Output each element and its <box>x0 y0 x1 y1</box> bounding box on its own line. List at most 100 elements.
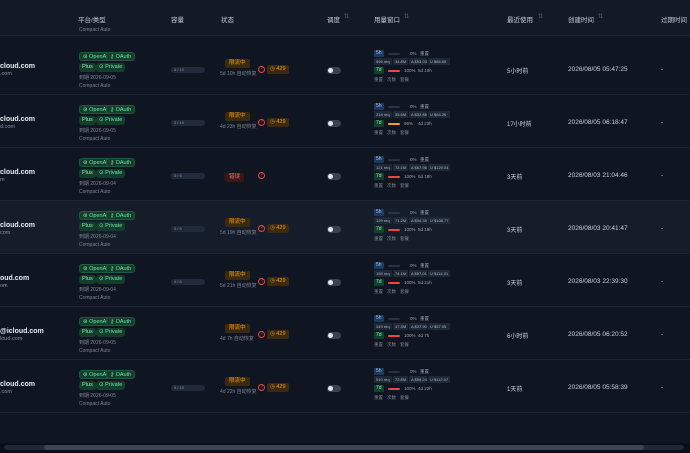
schedule-toggle[interactable] <box>327 173 341 180</box>
usage-7d-reset: 5d 10h <box>418 68 432 73</box>
help-icon[interactable]: ? <box>258 331 265 338</box>
status-badge: 限流中 <box>225 324 250 333</box>
plan-button[interactable]: 套餐 <box>400 77 409 82</box>
schedule-toggle[interactable] <box>327 385 341 392</box>
status-badge: 限流中 <box>225 59 250 68</box>
col-expire[interactable]: 过期时间 <box>661 14 687 24</box>
reset-label: 重置 <box>420 369 429 374</box>
scrollbar-thumb[interactable] <box>44 445 644 450</box>
rate-limit-badge: ◷ 429 <box>267 383 289 392</box>
table-row[interactable]: cloud.com .com ⊛ OpenAI ⚷ OAuth Plus ⊙ Privat… <box>0 360 690 413</box>
schedule-toggle[interactable] <box>327 67 341 74</box>
schedule-toggle[interactable] <box>327 120 341 127</box>
sort-icon[interactable]: ⇅ <box>538 13 543 20</box>
status-badge: 限流中 <box>225 271 250 280</box>
usage-actions: 重置 次数 套餐 <box>374 342 413 348</box>
type-label: OAuth <box>115 54 132 60</box>
plan-button[interactable]: 套餐 <box>400 395 409 400</box>
window-7d-label: 7d <box>374 332 384 339</box>
expire-time: - <box>661 384 664 391</box>
plan-button[interactable]: 套餐 <box>400 289 409 294</box>
table-row[interactable]: cloud.com com ⊛ OpenAI ⚷ OAuth Plus ⊙ Private… <box>0 201 690 254</box>
table-row[interactable]: cloud.com d.com ⊛ OpenAI ⚷ OAuth Plus ⊙ Priva… <box>0 95 690 148</box>
account-email: @icloud.com <box>0 328 44 335</box>
bar-7d-fill <box>388 70 400 72</box>
account-email-sub: .com <box>0 389 12 395</box>
refresh-button[interactable]: 重置 <box>374 77 383 82</box>
capacity-bar: 0 / 6 <box>171 226 205 232</box>
refresh-button[interactable]: 重置 <box>374 130 383 135</box>
count-button[interactable]: 次数 <box>387 236 396 241</box>
col-capacity[interactable]: 容量 <box>171 14 184 24</box>
count-button[interactable]: 次数 <box>387 77 396 82</box>
plan-button[interactable]: 套餐 <box>400 130 409 135</box>
cost-u: U $108.77 <box>428 217 450 224</box>
col-platform[interactable]: 平台/类型 <box>78 14 106 24</box>
help-icon[interactable]: ? <box>258 66 265 73</box>
refresh-button[interactable]: 重置 <box>374 395 383 400</box>
count-button[interactable]: 次数 <box>387 130 396 135</box>
plan-button[interactable]: 套餐 <box>400 236 409 241</box>
reset-label: 重置 <box>420 210 429 215</box>
refresh-button[interactable]: 重置 <box>374 342 383 347</box>
usage-7d-pct: 100% <box>404 386 416 391</box>
plan-button[interactable]: 套餐 <box>400 342 409 347</box>
count-button[interactable]: 次数 <box>387 289 396 294</box>
mode-label: Compact Auto <box>79 189 111 195</box>
usage-actions: 重置 次数 套餐 <box>374 395 413 401</box>
rate-limit-badge: ◷ 429 <box>267 65 289 74</box>
status-recover: 4d 23h 自动恢复 <box>220 124 257 130</box>
plan-button[interactable]: 套餐 <box>400 183 409 188</box>
type-badge: ⚷ OAuth <box>106 52 136 61</box>
schedule-toggle[interactable] <box>327 226 341 233</box>
key-icon: ⚷ <box>110 213 115 219</box>
table-row[interactable]: oud.com om ⊛ OpenAI ⚷ OAuth Plus ⊙ Private 到期 … <box>0 254 690 307</box>
usage-window: 5h 0% 重置 129 req 71.2M A $54.39 U $108.77 7d 100… <box>374 209 474 245</box>
help-icon[interactable]: ? <box>258 172 265 179</box>
col-sched[interactable]: 调度 <box>327 14 340 24</box>
help-icon[interactable]: ? <box>258 225 265 232</box>
usage-7d-reset: 4d 22h <box>418 386 432 391</box>
usage-7d-reset: 5d 21h <box>418 280 432 285</box>
token-count: 74.1M <box>393 270 408 277</box>
help-icon[interactable]: ? <box>258 119 265 126</box>
platform-label: OpenAI <box>89 160 108 166</box>
schedule-toggle[interactable] <box>327 332 341 339</box>
req-count: 129 req <box>374 217 392 224</box>
platform-label: OpenAI <box>89 266 108 272</box>
refresh-button[interactable]: 重置 <box>374 289 383 294</box>
refresh-button[interactable]: 重置 <box>374 236 383 241</box>
refresh-button[interactable]: 重置 <box>374 183 383 188</box>
table-row[interactable]: cloud.com m ⊛ OpenAI ⚷ OAuth Plus ⊙ Private 到期… <box>0 148 690 201</box>
usage-actions: 重置 次数 套餐 <box>374 236 413 242</box>
table-row[interactable]: @icloud.com loud.com ⊛ OpenAI ⚷ OAuth Plus ⊙ … <box>0 307 690 360</box>
usage-stats: 349 req 47.3M A $37.90 U $57.55 <box>374 323 474 330</box>
rate-limit-badge: ◷ 429 <box>267 330 289 339</box>
col-status[interactable]: 状态 <box>221 14 234 24</box>
account-email-sub: loud.com <box>0 336 23 342</box>
table-row[interactable]: cloud.com .com ⊛ OpenAI ⚷ OAuth Plus ⊙ Privat… <box>0 42 690 95</box>
created-time: 2026/08/03 20:41:47 <box>568 225 628 232</box>
sort-icon[interactable]: ⇅ <box>404 13 409 20</box>
bar-7d <box>388 70 400 72</box>
plan-badge: Plus <box>79 275 96 284</box>
privacy-badge: ⊙ Private <box>96 169 126 178</box>
count-button[interactable]: 次数 <box>387 395 396 400</box>
privacy-badge: ⊙ Private <box>96 116 126 125</box>
help-icon[interactable]: ? <box>258 384 265 391</box>
count-button[interactable]: 次数 <box>387 183 396 188</box>
privacy-badge: ⊙ Private <box>96 328 126 337</box>
schedule-toggle[interactable] <box>327 279 341 286</box>
sort-icon[interactable]: ⇅ <box>598 13 603 20</box>
privacy-label: Private <box>105 329 123 335</box>
usage-5h-pct: 0% <box>410 51 417 56</box>
type-label: OAuth <box>115 266 132 272</box>
col-created[interactable]: 创建时间 <box>568 14 594 24</box>
usage-window: 5h 0% 重置 159 req 74.1M A $57.01 U $114.01 7d 100… <box>374 262 474 298</box>
col-usage[interactable]: 用量窗口 <box>374 14 400 24</box>
help-icon[interactable]: ? <box>258 278 265 285</box>
col-last-used[interactable]: 最近使用 <box>507 14 533 24</box>
sort-icon[interactable]: ⇅ <box>344 13 349 20</box>
usage-7d-pct: 100% <box>404 333 416 338</box>
count-button[interactable]: 次数 <box>387 342 396 347</box>
